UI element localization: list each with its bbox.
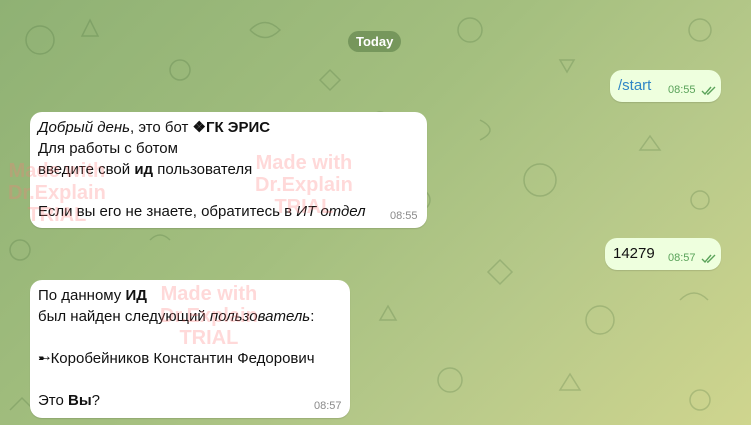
greeting-line: Добрый день, это бот ❖ГК ЭРИС xyxy=(38,119,271,136)
trial-watermark: Made with Dr.Explain TRIAL xyxy=(160,283,258,349)
date-separator: Today xyxy=(348,31,402,52)
message-time: 08:57 xyxy=(314,400,342,412)
message-time: 08:55 xyxy=(390,210,418,222)
instruction-line: Для работы с ботом xyxy=(38,140,178,157)
trial-watermark: Made with Dr.Explain TRIAL xyxy=(8,160,106,226)
read-checkmarks-icon xyxy=(701,254,716,264)
id-line: По данному ИД xyxy=(38,287,147,304)
read-checkmarks-icon xyxy=(701,86,716,96)
user-id-text: 14279 xyxy=(613,245,655,262)
outgoing-message[interactable]: /start 08:55 xyxy=(610,70,721,102)
user-name-line: ➸Коробейников Константин Федорович xyxy=(38,350,315,367)
trial-watermark: Made with Dr.Explain TRIAL xyxy=(255,152,353,218)
start-command-link[interactable]: /start xyxy=(618,76,651,96)
message-time: 08:55 xyxy=(668,84,696,96)
message-time: 08:57 xyxy=(668,252,696,264)
question-line: Это Вы? xyxy=(38,392,100,409)
outgoing-message[interactable]: 14279 08:57 xyxy=(605,238,721,270)
